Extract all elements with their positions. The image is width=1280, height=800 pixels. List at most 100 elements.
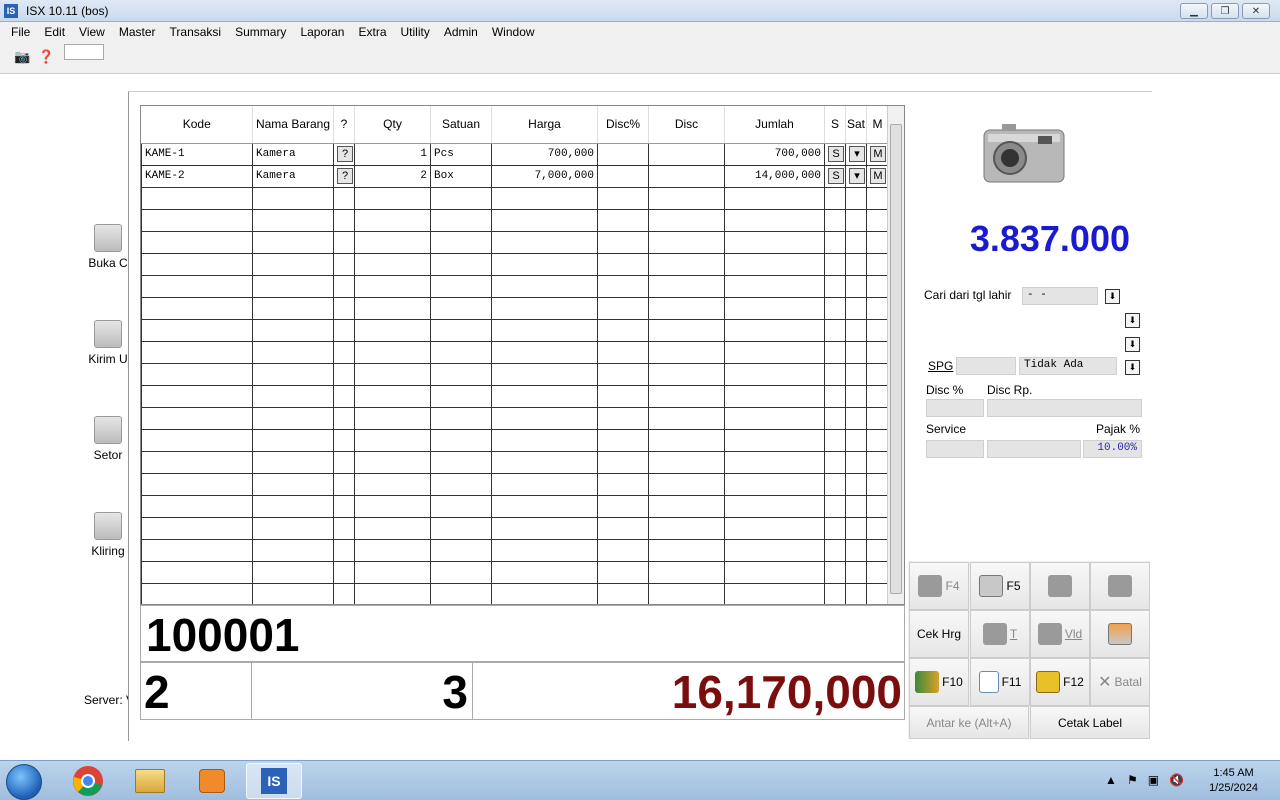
empty-cell[interactable] xyxy=(648,450,725,474)
empty-cell[interactable] xyxy=(252,582,334,604)
empty-cell[interactable] xyxy=(252,230,334,254)
empty-cell[interactable] xyxy=(491,538,598,562)
empty-cell[interactable] xyxy=(824,362,846,386)
cell-disc[interactable] xyxy=(648,142,725,166)
col-kode[interactable]: Kode xyxy=(141,106,253,144)
empty-cell[interactable] xyxy=(354,494,431,518)
cetak-label-button[interactable]: Cetak Label xyxy=(1030,706,1150,739)
empty-cell[interactable] xyxy=(491,252,598,276)
s-button[interactable]: S xyxy=(828,146,844,162)
empty-cell[interactable] xyxy=(354,318,431,342)
table-row[interactable] xyxy=(141,186,889,210)
empty-cell[interactable] xyxy=(648,428,725,452)
empty-cell[interactable] xyxy=(597,450,649,474)
empty-cell[interactable] xyxy=(648,230,725,254)
empty-cell[interactable] xyxy=(866,318,889,342)
empty-cell[interactable] xyxy=(845,318,867,342)
t-button[interactable]: T xyxy=(970,610,1030,658)
cell-disc-pct[interactable] xyxy=(597,164,649,188)
table-row[interactable] xyxy=(141,362,889,386)
empty-cell[interactable] xyxy=(430,582,492,604)
cell-harga[interactable]: 7,000,000 xyxy=(491,164,598,188)
empty-cell[interactable] xyxy=(141,340,253,364)
cek-harga-button[interactable]: Cek Hrg xyxy=(909,610,969,658)
col-qty[interactable]: Qty xyxy=(354,106,431,144)
empty-cell[interactable] xyxy=(824,340,846,364)
empty-cell[interactable] xyxy=(648,274,725,298)
empty-cell[interactable] xyxy=(491,494,598,518)
empty-cell[interactable] xyxy=(333,252,355,276)
empty-cell[interactable] xyxy=(824,428,846,452)
empty-cell[interactable] xyxy=(845,362,867,386)
empty-cell[interactable] xyxy=(354,428,431,452)
cell-satuan[interactable]: Box xyxy=(430,164,492,188)
empty-cell[interactable] xyxy=(648,406,725,430)
service-amount-field[interactable] xyxy=(987,440,1081,458)
table-row[interactable] xyxy=(141,516,889,540)
tray-expand-icon[interactable]: ▲ xyxy=(1105,773,1117,787)
empty-cell[interactable] xyxy=(824,384,846,408)
empty-cell[interactable] xyxy=(824,230,846,254)
empty-cell[interactable] xyxy=(354,582,431,604)
empty-cell[interactable] xyxy=(430,208,492,232)
table-row[interactable] xyxy=(141,560,889,584)
empty-cell[interactable] xyxy=(866,516,889,540)
empty-cell[interactable] xyxy=(430,494,492,518)
empty-cell[interactable] xyxy=(354,208,431,232)
empty-cell[interactable] xyxy=(824,406,846,430)
empty-cell[interactable] xyxy=(824,472,846,496)
empty-cell[interactable] xyxy=(141,362,253,386)
save-download-button[interactable] xyxy=(1090,610,1150,658)
menu-master[interactable]: Master xyxy=(112,25,163,39)
col-s[interactable]: S xyxy=(824,106,846,144)
menu-window[interactable]: Window xyxy=(485,25,542,39)
sat-dropdown[interactable]: ▾ xyxy=(849,146,865,162)
toolbar-field[interactable] xyxy=(64,44,104,60)
cell-satuan[interactable]: Pcs xyxy=(430,142,492,166)
empty-cell[interactable] xyxy=(724,186,825,210)
table-row[interactable] xyxy=(141,296,889,320)
empty-cell[interactable] xyxy=(724,318,825,342)
table-row[interactable] xyxy=(141,208,889,232)
col-nama-barang[interactable]: Nama Barang xyxy=(252,106,334,144)
desktop-icon-kliring[interactable]: Kliring xyxy=(86,512,130,558)
empty-cell[interactable] xyxy=(491,516,598,540)
download-icon[interactable]: ⬇ xyxy=(1125,337,1140,352)
cell-disc-pct[interactable] xyxy=(597,142,649,166)
table-row[interactable] xyxy=(141,582,889,604)
empty-cell[interactable] xyxy=(845,340,867,364)
empty-cell[interactable] xyxy=(354,406,431,430)
table-row[interactable]: KAME-2 Kamera ? 2 Box 7,000,000 14,000,0… xyxy=(141,164,889,188)
void-button[interactable]: Vld xyxy=(1030,610,1090,658)
empty-cell[interactable] xyxy=(252,208,334,232)
empty-cell[interactable] xyxy=(597,516,649,540)
empty-cell[interactable] xyxy=(141,406,253,430)
cell-harga[interactable]: 700,000 xyxy=(491,142,598,166)
download-icon[interactable]: ⬇ xyxy=(1125,360,1140,375)
empty-cell[interactable] xyxy=(354,472,431,496)
empty-cell[interactable] xyxy=(866,450,889,474)
empty-cell[interactable] xyxy=(430,362,492,386)
download-icon[interactable]: ⬇ xyxy=(1125,313,1140,328)
empty-cell[interactable] xyxy=(491,582,598,604)
f10-button[interactable]: F10 xyxy=(909,658,969,706)
empty-cell[interactable] xyxy=(354,516,431,540)
empty-cell[interactable] xyxy=(866,274,889,298)
empty-cell[interactable] xyxy=(845,516,867,540)
empty-cell[interactable] xyxy=(333,560,355,584)
menu-transaksi[interactable]: Transaksi xyxy=(163,25,229,39)
empty-cell[interactable] xyxy=(724,230,825,254)
empty-cell[interactable] xyxy=(824,318,846,342)
empty-cell[interactable] xyxy=(824,252,846,276)
empty-cell[interactable] xyxy=(866,428,889,452)
empty-cell[interactable] xyxy=(491,472,598,496)
empty-cell[interactable] xyxy=(724,208,825,232)
table-row[interactable] xyxy=(141,472,889,496)
empty-cell[interactable] xyxy=(141,428,253,452)
empty-cell[interactable] xyxy=(845,472,867,496)
menu-admin[interactable]: Admin xyxy=(437,25,485,39)
empty-cell[interactable] xyxy=(597,252,649,276)
menu-edit[interactable]: Edit xyxy=(37,25,72,39)
empty-cell[interactable] xyxy=(430,318,492,342)
empty-cell[interactable] xyxy=(491,560,598,584)
